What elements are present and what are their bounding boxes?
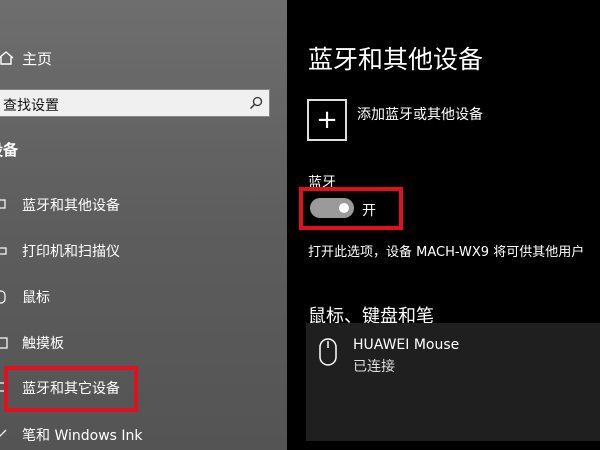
- sidebar-item-bluetooth[interactable]: 蓝牙和其他设备: [0, 189, 287, 221]
- mouse-icon: [0, 290, 6, 304]
- page-title: 蓝牙和其他设备: [308, 45, 484, 74]
- home-icon: [0, 51, 14, 65]
- sidebar-item-label: 笔和 Windows Ink: [22, 428, 143, 444]
- highlight-box-toggle: [299, 187, 403, 230]
- sidebar-item-label: 打印机和扫描仪: [22, 244, 120, 260]
- sidebar-item-pen[interactable]: 笔和 Windows Ink: [0, 419, 287, 450]
- search-input[interactable]: 查找设置: [0, 89, 270, 117]
- add-icon: +: [316, 105, 338, 135]
- touchpad-icon: [0, 337, 8, 349]
- pen-icon: [0, 429, 7, 437]
- sidebar-item-label: 触摸板: [22, 336, 64, 352]
- main-content: 蓝牙和其他设备 + 添加蓝牙或其他设备 蓝牙 开 打开此选项，设备 MACH-W…: [287, 0, 600, 450]
- device-list-item[interactable]: HUAWEI Mouse 已连接: [306, 323, 600, 441]
- bluetooth-devices-icon: [0, 199, 6, 209]
- sidebar-item-label: 鼠标: [22, 290, 50, 306]
- home-nav-item[interactable]: 主页: [0, 44, 287, 72]
- sidebar-item-touchpad[interactable]: 触摸板: [0, 327, 287, 359]
- mouse-icon: [319, 338, 337, 366]
- settings-sidebar: 主页 查找设置 设备 蓝牙和其他设备 打印机和扫描仪 鼠标 触摸板: [0, 0, 287, 450]
- sidebar-item-label: 蓝牙和其他设备: [22, 198, 120, 214]
- home-label: 主页: [22, 50, 53, 68]
- device-name: HUAWEI Mouse: [353, 337, 460, 353]
- add-device-label[interactable]: 添加蓝牙或其他设备: [357, 104, 483, 124]
- device-status: 已连接: [353, 359, 395, 375]
- sidebar-item-printers[interactable]: 打印机和扫描仪: [0, 235, 287, 267]
- sidebar-item-mouse[interactable]: 鼠标: [0, 281, 287, 313]
- section-title: 设备: [0, 141, 19, 159]
- add-device-button[interactable]: +: [307, 99, 347, 141]
- bluetooth-description: 打开此选项，设备 MACH-WX9 将可供其他用户: [308, 245, 585, 260]
- search-icon[interactable]: [249, 96, 263, 110]
- highlight-box-sidebar: [4, 366, 138, 412]
- printer-icon: [0, 247, 7, 255]
- search-placeholder: 查找设置: [3, 98, 59, 114]
